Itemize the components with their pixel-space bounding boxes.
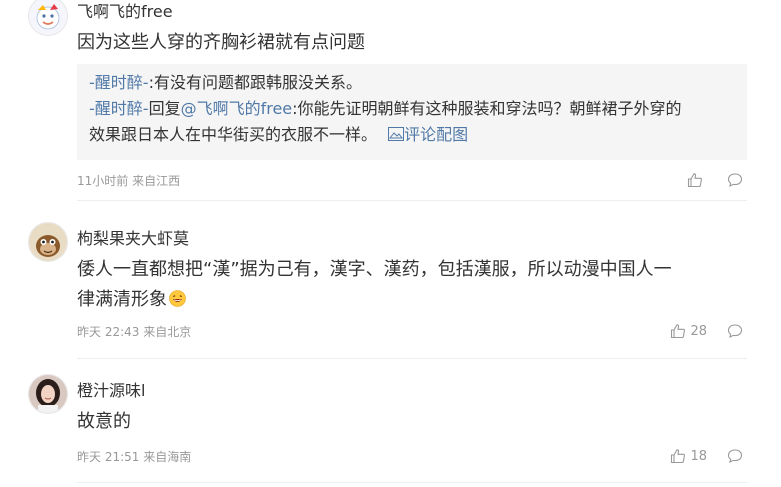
comment-picture-link[interactable]: 评论配图 [388,125,468,144]
thumbs-up-icon [687,173,702,188]
comment-bubble-icon [727,173,743,188]
comment-bubble-icon [727,324,743,339]
comment-item: 枸梨果夹大虾莫 倭人一直都想把“漢”据为己有，漢字、漢药，包括漢服，所以动漫中国… [0,200,781,359]
sub-reply-continued: 效果跟日本人在中华街买的衣服不一样。 评论配图 [89,122,735,148]
reply-text: 你能先证明朝鲜有这种服装和穿法吗？朝鲜裙子外穿的 [297,99,682,118]
comment-item: 飞啊飞的free 因为这些人穿的齐胸衫裙就有点问题 -醒时醉-:有没有问题都跟韩… [0,0,781,201]
comment-actions: 18 [670,447,743,467]
sub-reply-box: -醒时醉-:有没有问题都跟韩服没关系。 -醒时醉-回复@飞啊飞的free:你能先… [77,64,747,160]
reply-text: 效果跟日本人在中华街买的衣服不一样。 [89,125,378,144]
comment-meta: 11小时前 来自江西 [77,174,181,188]
reply-button[interactable] [727,322,743,340]
reply-button[interactable] [727,171,743,189]
reply-text: 有没有问题都跟韩服没关系。 [153,73,362,92]
sub-reply: -醒时醉-回复@飞啊飞的free:你能先证明朝鲜有这种服装和穿法吗？朝鲜裙子外穿… [89,99,682,118]
divider [77,482,747,483]
like-count: 28 [690,323,707,339]
like-button[interactable]: 28 [670,322,707,340]
avatar[interactable] [28,222,68,262]
username[interactable]: 枸梨果夹大虾莫 [77,225,189,249]
comment-meta: 昨天 22:43 来自北京 [77,325,192,339]
like-count: 18 [690,448,707,464]
comment-text: 倭人一直都想把“漢”据为己有，漢字、漢药，包括漢服，所以动漫中国人一 律满清形象 [77,259,672,310]
username[interactable]: 橙汁源味l [77,377,145,401]
laughing-face-emoji-icon [169,290,186,307]
reply-username[interactable]: -醒时醉- [89,73,149,92]
avatar[interactable] [28,0,68,36]
comment-text: 因为这些人穿的齐胸衫裙就有点问题 [77,32,365,53]
reply-button[interactable] [727,447,743,465]
reply-mention[interactable]: @飞啊飞的free [181,99,293,118]
reply-username[interactable]: -醒时醉- [89,99,149,118]
comment-meta: 昨天 21:51 来自海南 [77,450,192,464]
thumbs-up-icon [671,324,686,339]
avatar[interactable] [28,374,68,414]
comment-text: 故意的 [77,411,131,432]
comment-actions: 28 [670,322,743,342]
comment-bubble-icon [727,449,743,464]
thumbs-up-icon [671,449,686,464]
sub-reply: -醒时醉-:有没有问题都跟韩服没关系。 [89,73,362,92]
like-button[interactable] [687,171,707,189]
comment-item: 橙汁源味l 故意的 昨天 21:51 来自海南 18 [0,358,781,487]
image-icon [388,127,405,141]
comment-actions [673,171,743,191]
like-button[interactable]: 18 [670,447,707,465]
username[interactable]: 飞啊飞的free [77,0,173,22]
